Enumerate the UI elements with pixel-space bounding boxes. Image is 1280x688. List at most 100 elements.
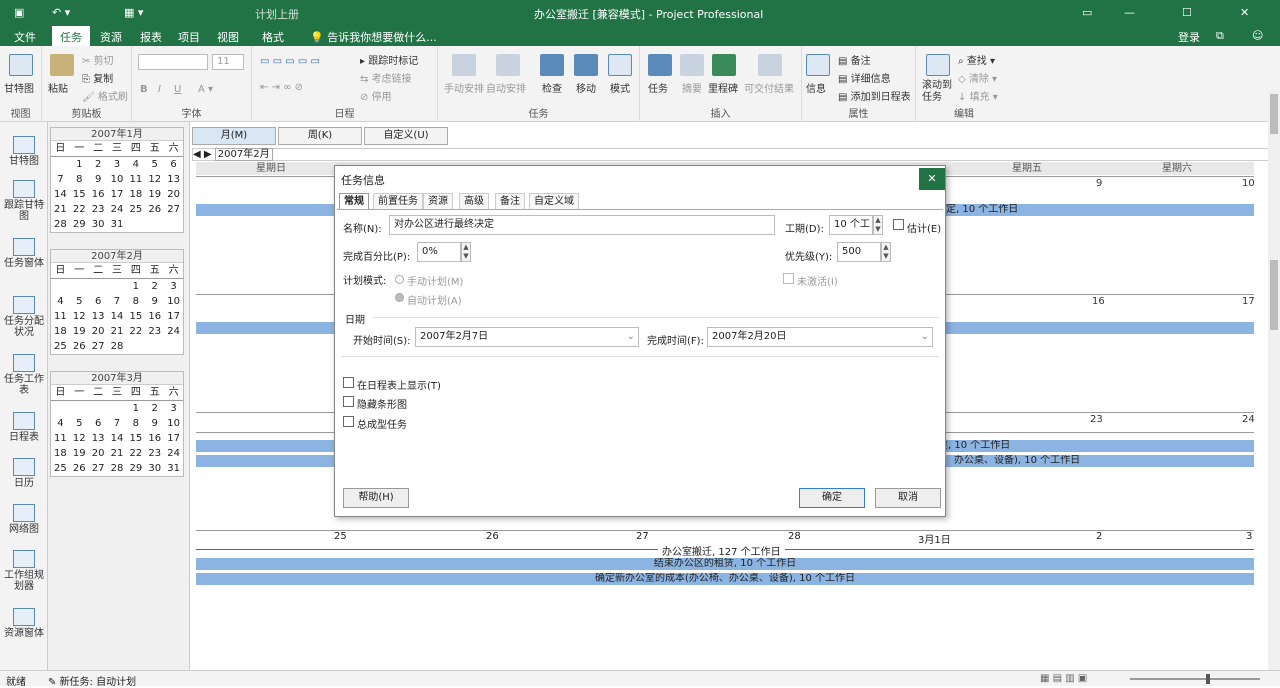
calendar-day[interactable]: 24 bbox=[164, 446, 183, 461]
hide-bar-checkbox[interactable] bbox=[343, 396, 354, 407]
calendar-day[interactable]: 25 bbox=[126, 202, 145, 217]
tab-general[interactable]: 常规 bbox=[339, 193, 369, 209]
calendar-day[interactable]: 7 bbox=[51, 172, 70, 187]
calendar-day[interactable]: 26 bbox=[70, 339, 89, 354]
calendar-day[interactable]: 17 bbox=[164, 431, 183, 446]
calendar-day[interactable]: 15 bbox=[126, 309, 145, 324]
calendar-day[interactable]: 9 bbox=[145, 294, 164, 309]
calendar-day[interactable]: 23 bbox=[89, 202, 108, 217]
inspect-icon[interactable] bbox=[540, 54, 564, 76]
calendar-day[interactable] bbox=[89, 279, 108, 294]
calendar-day[interactable] bbox=[51, 157, 70, 172]
task-icon[interactable] bbox=[648, 54, 672, 76]
calendar-day[interactable]: 13 bbox=[164, 172, 183, 187]
calendar-day[interactable]: 21 bbox=[108, 446, 127, 461]
tab-month[interactable]: 月(M) bbox=[192, 127, 276, 145]
calendar-day[interactable]: 10 bbox=[164, 416, 183, 431]
priority-spinner[interactable]: ▲ ▼ bbox=[881, 242, 891, 262]
auto-schedule-button[interactable]: 自动安排 bbox=[486, 80, 526, 95]
calendar-day[interactable]: 21 bbox=[108, 324, 127, 339]
percent-complete-icons[interactable]: ▭ ▭ ▭ ▭ ▭ bbox=[260, 56, 320, 67]
scroll-to-task-icon[interactable] bbox=[926, 54, 950, 76]
move-button[interactable]: 移动 bbox=[576, 80, 596, 95]
next-month-icon[interactable]: ▶ bbox=[204, 149, 212, 160]
calendar-day[interactable]: 27 bbox=[89, 339, 108, 354]
calendar-day[interactable]: 1 bbox=[70, 157, 89, 172]
calendar-day[interactable]: 15 bbox=[70, 187, 89, 202]
view-resource-form[interactable]: 资源窗体 bbox=[2, 608, 46, 639]
summary-icon[interactable] bbox=[680, 54, 704, 76]
calendar-day[interactable]: 11 bbox=[51, 309, 70, 324]
dialog-close-icon[interactable]: ✕ bbox=[919, 168, 945, 190]
calendar-day[interactable]: 21 bbox=[51, 202, 70, 217]
calendar-day[interactable]: 13 bbox=[89, 431, 108, 446]
tab-resource[interactable]: 资源 bbox=[100, 29, 122, 45]
calendar-day[interactable]: 9 bbox=[89, 172, 108, 187]
start-date-field[interactable]: 2007年2月7日 ⌄ bbox=[415, 327, 639, 347]
calendar-day[interactable]: 28 bbox=[108, 339, 127, 354]
calendar-day[interactable]: 8 bbox=[126, 416, 145, 431]
calendar-day[interactable] bbox=[108, 279, 127, 294]
mark-on-track-button[interactable]: ▸ 跟踪时标记 bbox=[360, 52, 418, 67]
undo-icon[interactable]: ↶ ▾ bbox=[52, 6, 70, 19]
calendar-day[interactable]: 30 bbox=[145, 461, 164, 476]
finish-date-field[interactable]: 2007年2月20日 ⌄ bbox=[707, 327, 933, 347]
view-tracking-gantt[interactable]: 跟踪甘特图 bbox=[2, 180, 46, 222]
insert-task-button[interactable]: 任务 bbox=[648, 80, 668, 95]
tab-notes[interactable]: 备注 bbox=[495, 193, 525, 209]
tab-resources[interactable]: 资源 bbox=[423, 193, 453, 209]
notes-button[interactable]: ▤ 备注 bbox=[838, 52, 871, 67]
calendar-day[interactable]: 4 bbox=[126, 157, 145, 172]
paste-icon[interactable] bbox=[50, 54, 74, 76]
tab-advanced[interactable]: 高级 bbox=[459, 193, 489, 209]
ok-button[interactable]: 确定 bbox=[799, 488, 865, 508]
calendar-day[interactable]: 13 bbox=[89, 309, 108, 324]
calendar-day[interactable]: 19 bbox=[70, 324, 89, 339]
calendar-day[interactable]: 16 bbox=[145, 431, 164, 446]
calendar-day[interactable]: 11 bbox=[126, 172, 145, 187]
calendar-day[interactable]: 2 bbox=[89, 157, 108, 172]
calendar-day[interactable]: 31 bbox=[164, 461, 183, 476]
respect-links-button[interactable]: ⇆ 考虑链接 bbox=[360, 70, 412, 85]
calendar-day[interactable]: 3 bbox=[164, 401, 183, 416]
priority-field[interactable]: 500 bbox=[837, 242, 881, 262]
percent-complete-field[interactable]: 0% bbox=[417, 242, 461, 262]
calendar-day[interactable]: 22 bbox=[70, 202, 89, 217]
calendar-day[interactable]: 31 bbox=[108, 217, 127, 232]
prev-month-icon[interactable]: ◀ bbox=[193, 149, 201, 160]
calendar-day[interactable]: 12 bbox=[70, 431, 89, 446]
calendar-day[interactable]: 14 bbox=[108, 431, 127, 446]
calendar-day[interactable]: 28 bbox=[108, 461, 127, 476]
view-shortcuts[interactable]: ▦ ▤ ▥ ▣ bbox=[1040, 673, 1087, 684]
calendar-day[interactable]: 7 bbox=[108, 416, 127, 431]
calendar-day[interactable]: 15 bbox=[126, 431, 145, 446]
scroll-thumb[interactable] bbox=[1270, 260, 1278, 330]
show-timeline-checkbox[interactable] bbox=[343, 377, 354, 388]
milestone-icon[interactable] bbox=[712, 54, 736, 76]
task-bar[interactable]: 结束办公区的租赁, 10 个工作日 bbox=[196, 558, 1254, 570]
calendar-day[interactable]: 16 bbox=[89, 187, 108, 202]
find-button[interactable]: ⌕ 查找 ▾ bbox=[958, 52, 995, 67]
calendar-day[interactable]: 25 bbox=[51, 339, 70, 354]
calendar-day[interactable] bbox=[89, 401, 108, 416]
calendar-day[interactable]: 4 bbox=[51, 294, 70, 309]
calendar-day[interactable]: 24 bbox=[108, 202, 127, 217]
move-icon[interactable] bbox=[574, 54, 598, 76]
calendar-day[interactable]: 6 bbox=[89, 294, 108, 309]
bold-button[interactable]: B bbox=[140, 84, 148, 95]
view-team-planner[interactable]: 工作组规划器 bbox=[2, 550, 46, 592]
calendar-day[interactable]: 6 bbox=[164, 157, 183, 172]
tab-custom-fields[interactable]: 自定义域 bbox=[529, 193, 579, 209]
view-timeline[interactable]: 日程表 bbox=[2, 412, 46, 443]
calendar-day[interactable]: 19 bbox=[70, 446, 89, 461]
calendar-day[interactable]: 26 bbox=[70, 461, 89, 476]
duration-field[interactable]: 10 个工作 bbox=[829, 215, 873, 235]
tab-file[interactable]: 文件 bbox=[14, 29, 36, 45]
view-task-sheet[interactable]: 任务工作表 bbox=[2, 354, 46, 396]
calendar-day[interactable]: 19 bbox=[145, 187, 164, 202]
zoom-slider[interactable] bbox=[1130, 678, 1260, 680]
calendar-day[interactable]: 29 bbox=[70, 217, 89, 232]
gantt-button[interactable]: 甘特图 bbox=[4, 80, 34, 95]
font-size-box[interactable]: 11 bbox=[212, 54, 244, 70]
tab-report[interactable]: 报表 bbox=[140, 29, 162, 45]
